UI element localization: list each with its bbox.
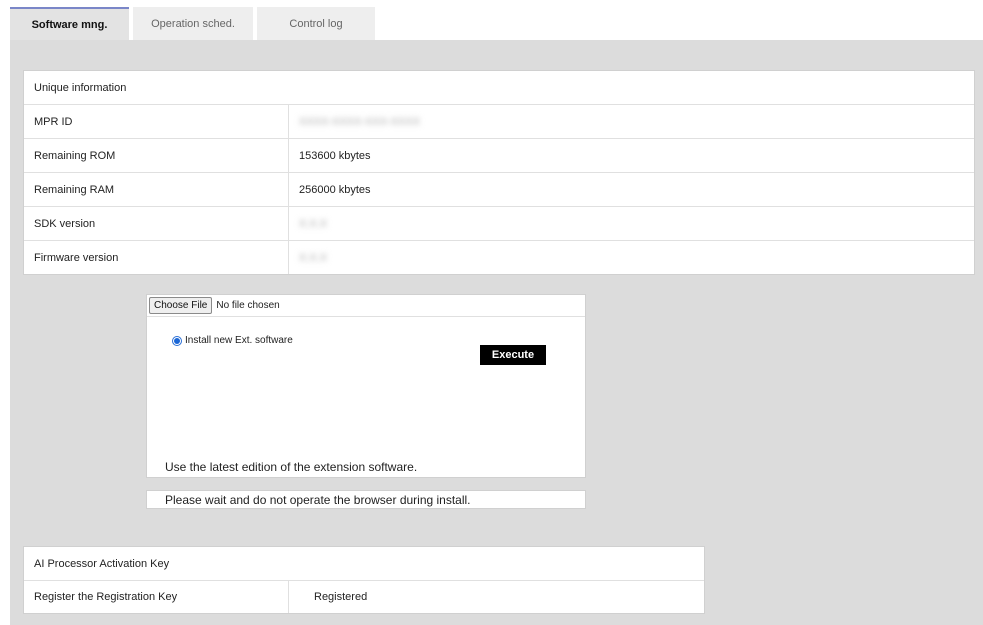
radio-selected-dot: [174, 337, 180, 344]
row-label: SDK version: [24, 207, 289, 240]
install-option[interactable]: Install new Ext. software: [172, 335, 293, 346]
unique-information-header: Unique information: [34, 81, 127, 94]
ai-activation-key-table: AI Processor Activation Key Register the…: [23, 546, 705, 614]
row-value: X.X.X: [289, 207, 337, 240]
table-row-sdk-version: SDK version X.X.X: [24, 206, 974, 240]
wait-message: Please wait and do not operate the brows…: [146, 490, 586, 509]
tab-bar: Software mng. Operation sched. Control l…: [10, 7, 375, 40]
table-header-row: Unique information: [24, 71, 974, 104]
tab-control-log[interactable]: Control log: [257, 7, 375, 40]
firmware-version-value: X.X.X: [299, 251, 328, 264]
install-box: Choose File No file chosen Install new E…: [146, 294, 586, 478]
table-row-firmware-version: Firmware version X.X.X: [24, 240, 974, 274]
table-row-registration-key: Register the Registration Key Registered: [24, 580, 704, 613]
unique-information-table: Unique information MPR ID XXXX-XXXX-XXX-…: [23, 70, 975, 275]
row-label: MPR ID: [24, 105, 289, 138]
install-note: Use the latest edition of the extension …: [165, 460, 418, 474]
tab-software-mng[interactable]: Software mng.: [10, 7, 129, 40]
table-row-remaining-ram: Remaining RAM 256000 kbytes: [24, 172, 974, 206]
row-value: X.X.X: [289, 241, 337, 274]
sdk-version-value: X.X.X: [299, 217, 328, 230]
row-value: 153600 kbytes: [299, 149, 371, 162]
row-label: Remaining RAM: [24, 173, 289, 206]
install-radio-label[interactable]: Install new Ext. software: [185, 335, 293, 346]
execute-button[interactable]: Execute: [480, 345, 546, 365]
file-status: No file chosen: [216, 300, 280, 311]
row-label: Remaining ROM: [24, 139, 289, 172]
table-row-mpr-id: MPR ID XXXX-XXXX-XXX-XXXX: [24, 104, 974, 138]
row-label: Register the Registration Key: [24, 581, 289, 613]
table-header-row: AI Processor Activation Key: [24, 547, 704, 580]
ai-key-header: AI Processor Activation Key: [34, 557, 170, 570]
tab-operation-sched[interactable]: Operation sched.: [133, 7, 253, 40]
row-value: XXXX-XXXX-XXX-XXXX: [289, 105, 430, 138]
registration-status: Registered: [314, 591, 368, 603]
table-row-remaining-rom: Remaining ROM 153600 kbytes: [24, 138, 974, 172]
file-chooser: Choose File No file chosen: [147, 295, 585, 317]
choose-file-button[interactable]: Choose File: [149, 297, 213, 314]
install-radio[interactable]: [172, 335, 182, 346]
mpr-id-value: XXXX-XXXX-XXX-XXXX: [299, 115, 421, 128]
row-value: 256000 kbytes: [299, 183, 371, 196]
row-label: Firmware version: [24, 241, 289, 274]
